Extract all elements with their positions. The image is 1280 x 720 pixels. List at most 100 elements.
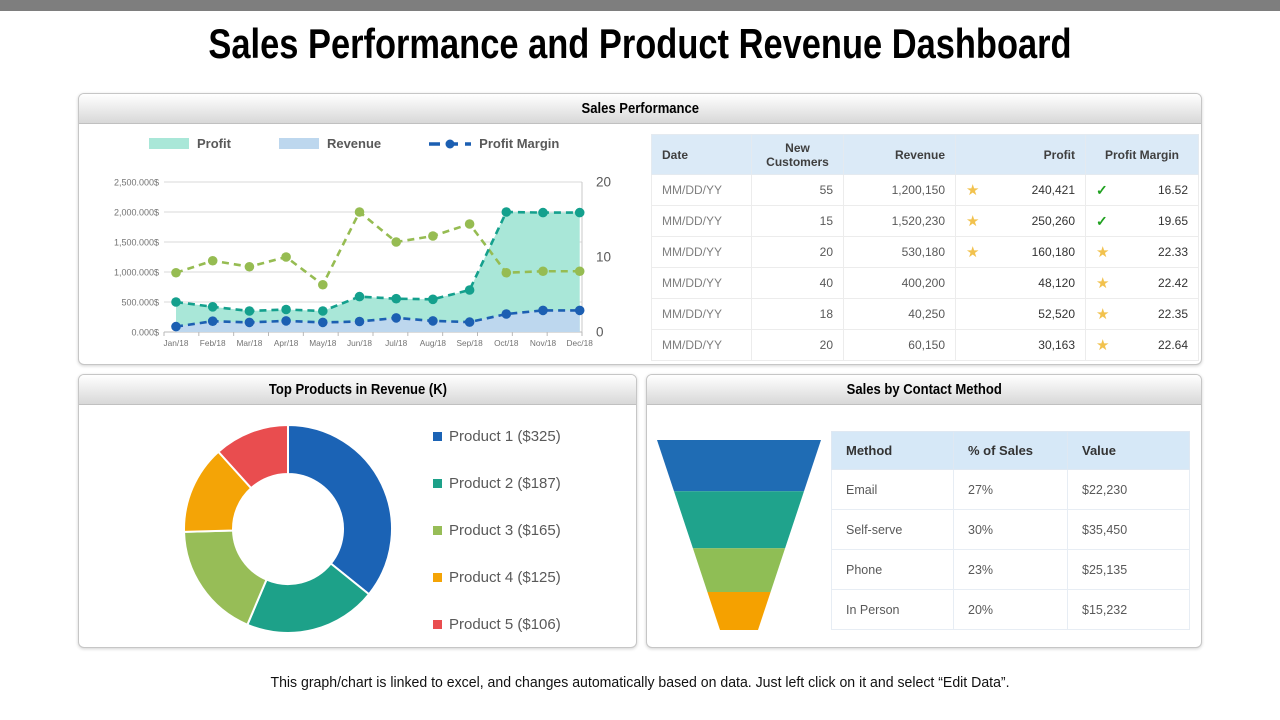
star-icon: ★ (1096, 245, 1109, 260)
product-legend-label: Product 1 ($325) (449, 428, 561, 445)
pie-slice-1[interactable] (288, 425, 392, 594)
profit-cell: 30,163 (956, 330, 1086, 361)
profit-margin-value: 22.33 (1158, 245, 1188, 259)
value-cell: $25,135 (1068, 550, 1190, 590)
profit-line-marker (538, 208, 548, 218)
table-header-row: Date New Customers Revenue Profit Profit… (652, 135, 1199, 175)
panel-sales-performance: Sales Performance Profit Revenue Profit … (78, 93, 1202, 365)
revenue-cell: 530,180 (844, 237, 956, 268)
table-row: MM/DD/YY1840,250 52,520★22.35 (652, 299, 1199, 330)
pct-of-sales-cell: 27% (954, 470, 1068, 510)
left-axis-tick-label: 0.000$ (131, 328, 159, 338)
col-header-new-customers: New Customers (752, 135, 844, 175)
x-axis-month-label: Apr/18 (274, 338, 299, 348)
new-customers-cell: 18 (752, 299, 844, 330)
profit-line-marker (575, 208, 585, 218)
product-legend-item: Product 4 ($125) (433, 554, 561, 601)
profit-value: 30,163 (1038, 338, 1075, 352)
date-cell: MM/DD/YY (652, 237, 752, 268)
revenue-cell: 400,200 (844, 268, 956, 299)
revenue-line-marker (208, 316, 218, 326)
profit-line-marker (208, 302, 218, 312)
x-axis-month-label: Dec/18 (567, 338, 594, 348)
funnel-segment-self-serve[interactable] (674, 491, 804, 548)
funnel-segment-in-person[interactable] (707, 592, 770, 630)
profit-value: 250,260 (1032, 214, 1075, 228)
star-icon: ★ (966, 245, 979, 260)
profit-value: 160,180 (1032, 245, 1075, 259)
revenue-cell: 1,200,150 (844, 175, 956, 206)
left-axis-tick-label: 2,500.000$ (114, 178, 159, 188)
funnel-segment-phone[interactable] (693, 548, 785, 592)
revenue-line-marker (318, 318, 328, 328)
product-legend-item: Product 2 ($187) (433, 460, 561, 507)
sales-performance-chart[interactable]: 0.000$500.000$1,000.000$1,500.000$2,000.… (79, 159, 649, 361)
profit-line-marker (281, 305, 291, 315)
legend-label-profit: Profit (197, 136, 231, 151)
profit-margin-value: 22.35 (1158, 307, 1188, 321)
star-icon: ★ (1096, 307, 1109, 322)
profit-line-marker (318, 306, 328, 316)
table-row: MM/DD/YY40400,200 48,120★22.42 (652, 268, 1199, 299)
revenue-line-marker (245, 318, 255, 328)
col-header-revenue: Revenue (844, 135, 956, 175)
date-cell: MM/DD/YY (652, 175, 752, 206)
panel-header-top-products: Top Products in Revenue (K) (79, 375, 636, 405)
funnel-segment-email[interactable] (657, 440, 821, 491)
profit-line-marker (428, 295, 438, 305)
contact-method-funnel-chart[interactable] (655, 439, 823, 631)
table-row: Phone23%$25,135 (832, 550, 1190, 590)
check-icon: ✓ (1096, 214, 1108, 228)
product-legend-label: Product 5 ($106) (449, 616, 561, 633)
x-axis-month-label: Jan/18 (164, 338, 189, 348)
revenue-line-marker (281, 316, 291, 326)
revenue-area-swatch-icon (279, 138, 319, 149)
profit-margin-line-marker (428, 231, 438, 241)
revenue-line-marker (502, 309, 512, 319)
profit-cell: ★ 250,260 (956, 206, 1086, 237)
profit-margin-cell: ★ 22.35 (1086, 299, 1199, 330)
profit-margin-line-marker (538, 266, 548, 276)
empty-icon-slot (966, 307, 969, 321)
profit-line-marker (355, 292, 365, 302)
x-axis-month-label: Sep/18 (456, 338, 483, 348)
revenue-line-marker (428, 316, 438, 326)
col-header-date: Date (652, 135, 752, 175)
top-products-donut-chart[interactable] (178, 419, 398, 639)
profit-margin-cell: ✓ 19.65 (1086, 206, 1199, 237)
footer-note: This graph/chart is linked to excel, and… (38, 674, 1241, 691)
legend-item-revenue: Revenue (279, 136, 381, 151)
profit-line-marker (391, 294, 401, 304)
star-icon: ★ (966, 183, 979, 198)
contact-method-table: Method % of Sales Value Email27%$22,230S… (831, 431, 1190, 630)
profit-line-marker (245, 306, 255, 316)
date-cell: MM/DD/YY (652, 268, 752, 299)
method-cell: Self-serve (832, 510, 954, 550)
revenue-line-marker (465, 317, 475, 327)
table-row: MM/DD/YY551,200,150★240,421✓16.52 (652, 175, 1199, 206)
profit-margin-cell: ★22.42 (1086, 268, 1199, 299)
top-gray-bar (0, 0, 1280, 11)
revenue-line-marker (171, 322, 181, 332)
table-row: Email27%$22,230 (832, 470, 1190, 510)
profit-margin-dashed-line-icon (429, 138, 471, 150)
legend-item-profit-margin: Profit Margin (429, 136, 559, 151)
pct-of-sales-cell: 23% (954, 550, 1068, 590)
left-axis-tick-label: 500.000$ (121, 298, 159, 308)
right-axis-tick-label: 10 (596, 250, 611, 265)
profit-margin-value: 19.65 (1158, 214, 1188, 228)
star-icon: ★ (966, 214, 979, 229)
profit-margin-line-marker (502, 268, 512, 278)
pie-slice-3[interactable] (184, 531, 266, 625)
empty-icon-slot (966, 276, 969, 290)
profit-area-swatch-icon (149, 138, 189, 149)
table-row: In Person20%$15,232 (832, 590, 1190, 630)
top-products-legend: Product 1 ($325) Product 2 ($187) Product … (433, 413, 561, 648)
sales-performance-table: Date New Customers Revenue Profit Profit… (651, 134, 1199, 361)
panel-header-contact-method: Sales by Contact Method (647, 375, 1201, 405)
x-axis-month-label: May/18 (309, 338, 337, 348)
profit-margin-line-marker (465, 219, 475, 229)
revenue-line-marker (538, 306, 548, 316)
left-axis-tick-label: 1,000.000$ (114, 268, 159, 278)
date-cell: MM/DD/YY (652, 330, 752, 361)
